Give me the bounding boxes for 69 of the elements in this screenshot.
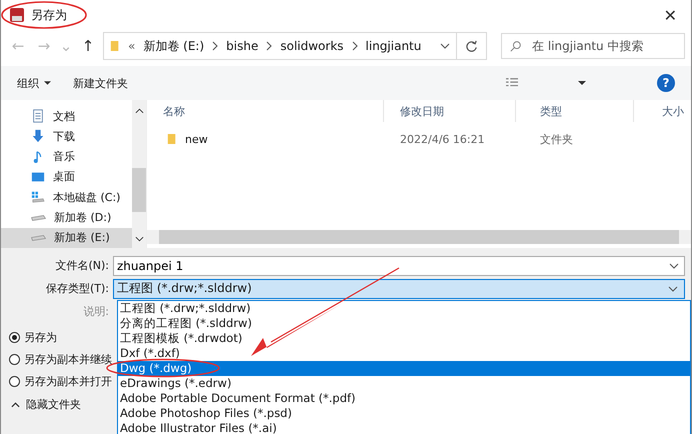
window-title: 另存为: [31, 6, 67, 24]
view-options-icon[interactable]: [505, 77, 519, 89]
drive-icon: [31, 214, 46, 221]
search-field[interactable]: 在 lingjiantu 中搜索: [501, 33, 685, 59]
scroll-up-icon[interactable]: [134, 108, 144, 114]
new-folder-button[interactable]: 新建文件夹: [73, 76, 128, 90]
dropdown-chevron-icon[interactable]: [669, 262, 679, 268]
save-type-label: 保存类型(T):: [44, 281, 110, 296]
close-button[interactable]: ✕: [658, 6, 683, 24]
save-option-radio[interactable]: 另存为: [9, 329, 57, 345]
path-overflow[interactable]: «: [128, 39, 136, 53]
column-header[interactable]: 名称: [147, 100, 384, 122]
folder-icon: [110, 39, 120, 53]
save-option-radio[interactable]: 另存为副本并打开: [9, 373, 112, 389]
save-type-option[interactable]: Dwg (*.dwg): [118, 361, 690, 376]
type-cell-text: 文件夹: [539, 132, 574, 146]
scroll-down-icon[interactable]: [134, 236, 144, 242]
hide-folders-button[interactable]: 隐藏文件夹: [11, 397, 81, 412]
sidebar-item[interactable]: 文档: [1, 106, 132, 126]
column-header[interactable]: 修改日期: [384, 100, 516, 122]
desktop-icon: [31, 170, 45, 184]
caret-down-icon: [44, 81, 51, 85]
folder-icon: [167, 132, 177, 146]
file-name-field[interactable]: zhuanpei 1: [113, 256, 685, 276]
search-icon: [510, 40, 522, 52]
save-type-dropdown[interactable]: 工程图 (*.drw;*.slddrw): [113, 278, 685, 298]
up-button[interactable]: ↑: [77, 37, 99, 55]
vertical-scrollbar[interactable]: [132, 100, 146, 248]
sidebar-item[interactable]: 本地磁盘 (C:): [1, 187, 132, 208]
drive-icon: [31, 234, 46, 241]
path-segment[interactable]: 新加卷 (E:): [143, 38, 204, 54]
refresh-button[interactable]: [457, 32, 487, 60]
save-type-option[interactable]: Adobe Photoshop Files (*.psd): [118, 406, 690, 421]
document-icon: [31, 109, 45, 124]
save-type-option[interactable]: 工程图模板 (*.drwdot): [118, 331, 690, 346]
save-type-option[interactable]: 工程图 (*.drw;*.slddrw): [118, 301, 690, 316]
save-type-option[interactable]: Dxf (*.dxf): [118, 346, 690, 361]
modified-date-cell-text: 2022/4/6 16:21: [399, 132, 486, 146]
sidebar-item[interactable]: 音乐: [1, 146, 132, 167]
chevron-up-icon: [11, 402, 20, 408]
save-type-option[interactable]: 分离的工程图 (*.slddrw): [118, 316, 690, 331]
file-name-cell[interactable]: new: [185, 132, 208, 146]
help-button[interactable]: ?: [657, 74, 675, 92]
save-type-option[interactable]: Adobe Illustrator Files (*.ai): [118, 421, 690, 434]
chevron-right-icon: [212, 41, 218, 51]
chevron-right-icon: [266, 41, 272, 51]
refresh-icon: [465, 40, 478, 52]
save-type-option[interactable]: eDrawings (*.edrw): [118, 376, 690, 391]
column-header[interactable]: 类型: [524, 100, 634, 122]
sidebar-item[interactable]: 新加卷 (D:): [1, 207, 132, 228]
path-segment[interactable]: solidworks: [280, 39, 344, 53]
column-header[interactable]: 大小: [654, 100, 691, 122]
save-option-radio[interactable]: 另存为副本并继续: [9, 351, 112, 367]
app-logo-icon: [9, 7, 25, 23]
description-label: 说明:: [82, 304, 110, 319]
download-arrow-icon: [31, 129, 45, 144]
sidebar-item[interactable]: 桌面: [1, 166, 132, 188]
dropdown-chevron-icon: [668, 286, 678, 292]
file-name-label: 文件名(N):: [54, 258, 110, 273]
dropdown-chevron-icon[interactable]: [440, 43, 450, 49]
save-type-option[interactable]: Adobe Portable Document Format (*.pdf): [118, 391, 690, 406]
organize-button[interactable]: 组织: [17, 76, 39, 90]
sidebar-item[interactable]: 下载: [1, 126, 132, 147]
path-segment[interactable]: bishe: [226, 39, 258, 53]
path-segment[interactable]: lingjiantu: [366, 39, 422, 53]
sidebar-item[interactable]: 新加卷 (E:): [1, 228, 132, 248]
chevron-right-icon: [352, 41, 358, 51]
address-bar[interactable]: « 新加卷 (E:) bishe solidworks lingjiantu: [103, 32, 457, 60]
system-drive-icon: [31, 190, 45, 204]
